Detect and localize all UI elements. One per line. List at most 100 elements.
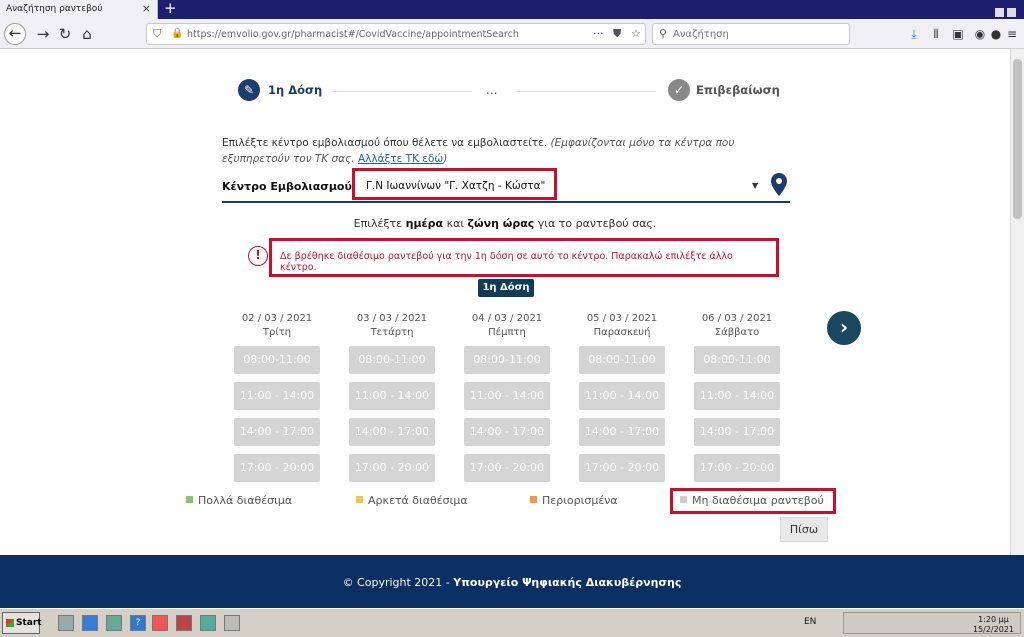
legend-swatch-green (186, 496, 193, 503)
close-window-icon[interactable] (1007, 8, 1016, 17)
menu-icon[interactable]: ≡ (1004, 26, 1020, 42)
step-line (332, 91, 472, 92)
taskbar-app-icon[interactable] (82, 615, 98, 631)
day-weekday: Σάββατο (714, 327, 760, 338)
vaccination-center-select[interactable]: Γ.Ν Ιωαννίνων "Γ. Χατζη - Κώστα" (354, 174, 768, 200)
library-icon[interactable]: ⫴ (928, 26, 944, 42)
day-header: 03 / 03 / 2021 Τετάρτη (347, 312, 437, 340)
account-icon[interactable]: ◉ (972, 26, 988, 42)
url-text: https://emvolio.gov.gr/pharmacist#/Covid… (187, 29, 519, 40)
legend-swatch-grey (680, 496, 687, 503)
step-confirmation-label: Επιβεβαίωση (696, 83, 780, 97)
clock-time: 1:20 μμ (978, 615, 1009, 624)
back-arrow-icon[interactable]: ← (4, 23, 26, 45)
choose-pre: Επιλέξτε (353, 217, 406, 230)
taskbar-app-icon[interactable] (58, 615, 74, 631)
intro-note-end: ) (443, 153, 448, 165)
day-weekday: Παρασκευή (593, 327, 651, 338)
browser-tab[interactable]: Αναζήτηση ραντεβού × (0, 0, 158, 19)
next-week-button[interactable]: › (827, 311, 861, 345)
intro-text: Επιλέξτε κέντρο εμβολιασμού όπου θέλετε … (222, 135, 802, 167)
day-header: 05 / 03 / 2021 Παρασκευή (577, 312, 667, 340)
choose-mid: και (443, 217, 468, 230)
time-slot-button[interactable]: 14:00 - 17:00 (694, 418, 780, 446)
url-host: https://emvolio.gov.gr (187, 29, 292, 40)
time-slot-button[interactable]: 17:00 - 20:00 (694, 454, 780, 482)
taskbar-app-icon[interactable] (176, 615, 192, 631)
help-icon[interactable]: ? (130, 615, 146, 631)
exclamation-icon: ! (248, 246, 268, 266)
extension-icon[interactable]: ● (988, 26, 1004, 42)
time-slot-button[interactable]: 08:00-11:00 (349, 346, 435, 374)
day-date: 03 / 03 / 2021 (356, 313, 428, 324)
new-tab-button[interactable]: + (164, 0, 177, 17)
taskbar-app-icon[interactable] (224, 615, 240, 631)
page-content: ✎ 1η Δόση ... ✓ Επιβεβαίωση Επιλέξτε κέν… (0, 49, 1010, 555)
language-indicator[interactable]: EN (804, 617, 816, 627)
time-slot-button[interactable]: 17:00 - 20:00 (579, 454, 665, 482)
time-slot-button[interactable]: 11:00 - 14:00 (579, 382, 665, 410)
back-button[interactable]: Πίσω (780, 517, 828, 542)
time-slot-button[interactable]: 11:00 - 14:00 (234, 382, 320, 410)
home-icon[interactable]: ⌂ (76, 23, 98, 45)
time-slot-button[interactable]: 08:00-11:00 (579, 346, 665, 374)
address-bar[interactable]: ⛉ 🔒 https://emvolio.gov.gr/pharmacist#/C… (146, 23, 646, 45)
search-box[interactable]: ⚲ (652, 23, 850, 45)
page-scrollbar[interactable] (1010, 49, 1024, 555)
time-slot-button[interactable]: 14:00 - 17:00 (464, 418, 550, 446)
pocket-icon[interactable]: ⛊ (613, 27, 621, 41)
choose-post: για το ραντεβού σας. (534, 217, 657, 230)
time-slot-button[interactable]: 08:00-11:00 (234, 346, 320, 374)
taskbar-app-icon[interactable] (106, 615, 122, 631)
bookmark-star-icon[interactable]: ☆ (631, 27, 641, 40)
minimize-icon[interactable] (995, 8, 1004, 17)
time-slot-button[interactable]: 14:00 - 17:00 (579, 418, 665, 446)
time-slot-button[interactable]: 17:00 - 20:00 (349, 454, 435, 482)
time-slot-button[interactable]: 17:00 - 20:00 (234, 454, 320, 482)
alert-message: Δε βρέθηκε διαθέσιμο ραντεβού για την 1η… (280, 251, 733, 273)
windows-taskbar: Start ? EN 1:20 μμ 15/2/2021 (0, 608, 1024, 637)
check-icon: ✓ (668, 79, 690, 101)
map-pin-icon[interactable] (770, 172, 788, 198)
firefox-icon[interactable] (152, 615, 168, 631)
time-slot-button[interactable]: 08:00-11:00 (694, 346, 780, 374)
step-dots: ... (486, 83, 498, 97)
legend-label: Περιορισμένα (542, 494, 618, 507)
change-postcode-link[interactable]: Αλλάξτε ΤΚ εδώ (358, 153, 443, 165)
time-slot-button[interactable]: 14:00 - 17:00 (234, 418, 320, 446)
search-input[interactable] (673, 27, 843, 41)
intro-main: Επιλέξτε κέντρο εμβολιασμού όπου θέλετε … (222, 137, 551, 149)
day-date: 04 / 03 / 2021 (471, 313, 543, 324)
start-button[interactable]: Start (2, 612, 42, 634)
dropdown-caret-icon[interactable]: ▼ (752, 181, 758, 190)
time-slot-button[interactable]: 08:00-11:00 (464, 346, 550, 374)
scrollbar-thumb[interactable] (1013, 59, 1022, 219)
vaccination-center-row: Κέντρο Εμβολιασμού: Γ.Ν Ιωαννίνων "Γ. Χα… (222, 173, 790, 203)
sidebar-icon[interactable]: ▣ (950, 26, 966, 42)
legend-item: Πολλά διαθέσιμα (186, 494, 292, 507)
time-slot-button[interactable]: 11:00 - 14:00 (349, 382, 435, 410)
day-header: 02 / 03 / 2021 Τρίτη (232, 312, 322, 340)
forward-arrow-icon[interactable]: → (32, 23, 54, 45)
time-slot-button[interactable]: 11:00 - 14:00 (464, 382, 550, 410)
syringe-icon: ✎ (238, 79, 260, 101)
time-slot-button[interactable]: 14:00 - 17:00 (349, 418, 435, 446)
progress-stepper: ✎ 1η Δόση ... ✓ Επιβεβαίωση (238, 79, 780, 103)
time-slot-button[interactable]: 11:00 - 14:00 (694, 382, 780, 410)
day-header: 04 / 03 / 2021 Πέμπτη (462, 312, 552, 340)
clock-date: 15/2/2021 (972, 625, 1014, 634)
search-icon: ⚲ (659, 27, 668, 40)
reload-icon[interactable]: ↻ (54, 23, 76, 45)
choose-zone-word: ζώνη ώρας (467, 217, 535, 230)
taskbar-app-icon[interactable] (200, 615, 216, 631)
legend-label: Μη διαθέσιμα ραντεβού (692, 494, 824, 507)
download-icon[interactable]: ⤓ (906, 26, 922, 42)
url-path: /pharmacist#/CovidVaccine/appointmentSea… (291, 29, 519, 40)
more-dots-icon[interactable]: ··· (593, 27, 604, 40)
legend-label: Αρκετά διαθέσιμα (368, 494, 468, 507)
vaccination-center-label: Κέντρο Εμβολιασμού: (222, 180, 357, 193)
close-tab-icon[interactable]: × (142, 2, 151, 15)
step-line (516, 91, 656, 92)
browser-toolbar: ← → ↻ ⌂ ⛉ 🔒 https://emvolio.gov.gr/pharm… (0, 19, 1024, 49)
time-slot-button[interactable]: 17:00 - 20:00 (464, 454, 550, 482)
